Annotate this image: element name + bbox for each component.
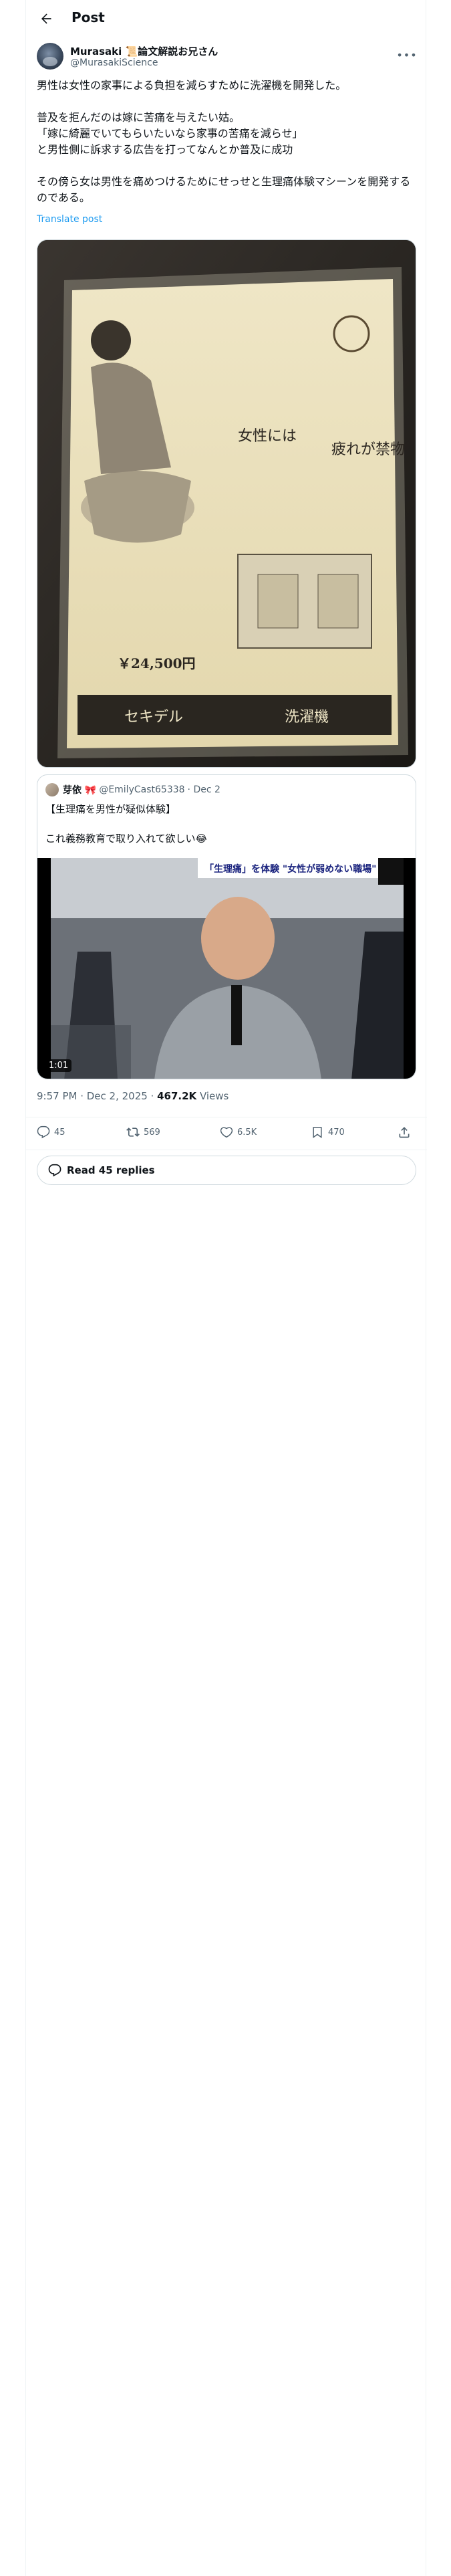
author-name[interactable]: Murasaki 📜論文解説お兄さん bbox=[70, 44, 218, 58]
tweet-text: 男性は女性の家事による負担を減らすために洗濯機を開発した。 普及を拒んだのは嫁に… bbox=[37, 78, 416, 206]
repost-icon bbox=[126, 1128, 140, 1137]
quote-line: 【生理痛を男性が疑似体験】 bbox=[45, 803, 176, 815]
tweet-line: 男性は女性の家事による負担を減らすために洗濯機を開発した。 bbox=[37, 79, 347, 92]
tweet-line: その傍ら女は男性を痛めつけるためにせっせと生理痛体験マシーンを開発するのである。 bbox=[37, 175, 411, 204]
video-caption: 「生理痛」を体験 "女性が弱めない職場" bbox=[204, 863, 376, 875]
poster-product: 洗濯機 bbox=[285, 709, 329, 726]
quote-author-name: 芽依 🎀 bbox=[63, 785, 97, 796]
views-count: 467.2K bbox=[157, 1090, 197, 1102]
quoted-tweet[interactable]: 芽依 🎀 @EmilyCast65338 · Dec 2 【生理痛を男性が疑似体… bbox=[37, 774, 416, 1079]
avatar[interactable] bbox=[37, 43, 63, 70]
repost-count: 569 bbox=[144, 1127, 160, 1138]
main-column: Post Murasaki 📜論文解説お兄さん @MurasakiScience… bbox=[25, 0, 427, 2576]
reply-icon bbox=[48, 1164, 61, 1177]
quote-header: 芽依 🎀 @EmilyCast65338 · Dec 2 bbox=[45, 783, 220, 796]
video-thumbnail: 「生理痛」を体験 "女性が弱めない職場" bbox=[51, 858, 404, 1079]
quote-author-handle: @EmilyCast65338 bbox=[99, 784, 185, 795]
reply-count: 45 bbox=[54, 1127, 65, 1138]
quote-line: これ義務教育で取り入れて欲しい😂 bbox=[45, 833, 208, 845]
heart-icon bbox=[220, 1127, 233, 1138]
tweet-author: Murasaki 📜論文解説お兄さん @MurasakiScience ••• bbox=[37, 43, 417, 75]
repost-button[interactable]: 569 bbox=[126, 1125, 160, 1139]
bookmark-button[interactable]: 470 bbox=[311, 1125, 345, 1139]
video-duration: 1:01 bbox=[45, 1059, 72, 1072]
poster-price: ￥24,500円 bbox=[118, 655, 196, 671]
quote-text: 【生理痛を男性が疑似体験】 これ義務教育で取り入れて欲しい😂 bbox=[45, 802, 406, 846]
tweet-timestamp[interactable]: 9:57 PM · Dec 2, 2025 · bbox=[37, 1090, 157, 1102]
views-label: Views bbox=[196, 1090, 229, 1102]
like-count: 6.5K bbox=[237, 1127, 257, 1138]
header: Post bbox=[26, 0, 427, 37]
share-icon bbox=[399, 1127, 410, 1138]
reply-button[interactable]: 45 bbox=[37, 1125, 65, 1139]
share-button[interactable] bbox=[398, 1125, 415, 1139]
bookmark-icon bbox=[313, 1127, 322, 1138]
action-bar: 45 569 6.5K 470 bbox=[26, 1117, 427, 1150]
translate-link[interactable]: Translate post bbox=[37, 214, 102, 225]
poster-headline-a: 女性には bbox=[238, 428, 297, 445]
quote-avatar bbox=[45, 783, 59, 796]
back-arrow-icon bbox=[41, 13, 51, 24]
back-button[interactable] bbox=[35, 8, 57, 29]
quote-date: · Dec 2 bbox=[187, 784, 220, 795]
tweet-meta: 9:57 PM · Dec 2, 2025 · 467.2K Views bbox=[37, 1090, 229, 1102]
line-gap bbox=[45, 817, 406, 831]
read-replies-button[interactable]: Read 45 replies bbox=[37, 1156, 416, 1185]
read-replies-label: Read 45 replies bbox=[67, 1164, 155, 1176]
like-button[interactable]: 6.5K bbox=[220, 1125, 257, 1139]
poster-brand: セキデル bbox=[124, 709, 183, 726]
reply-icon bbox=[37, 1125, 50, 1139]
tweet-line: 「嫁に綺麗でいてもらいたいなら家事の苦痛を減らせ」 bbox=[37, 127, 303, 140]
tweet-photo[interactable]: 女性には 疲れが禁物 ￥24,500円 セキデル 洗濯機 bbox=[37, 239, 416, 768]
quote-video[interactable]: 「生理痛」を体験 "女性が弱めない職場" 1:01 bbox=[37, 858, 416, 1079]
author-handle[interactable]: @MurasakiScience bbox=[70, 58, 158, 68]
vintage-advertisement-image: 女性には 疲れが禁物 ￥24,500円 セキデル 洗濯機 bbox=[37, 240, 416, 767]
page-title: Post bbox=[71, 9, 105, 25]
tweet-line: と男性側に訴求する広告を打ってなんとか普及に成功 bbox=[37, 143, 293, 156]
tweet-line: 普及を拒んだのは嫁に苦痛を与えたい姑。 bbox=[37, 111, 241, 124]
more-options-icon[interactable]: ••• bbox=[396, 47, 416, 63]
poster-headline-b: 疲れが禁物 bbox=[331, 441, 405, 458]
bookmark-count: 470 bbox=[328, 1127, 345, 1138]
